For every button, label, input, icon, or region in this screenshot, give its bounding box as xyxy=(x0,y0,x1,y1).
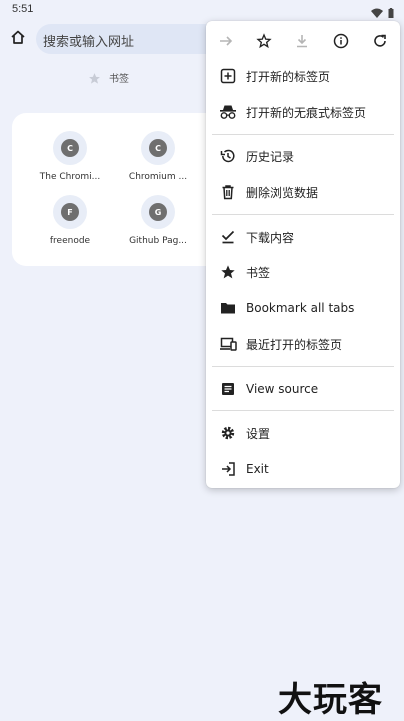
bookmark-page-button[interactable] xyxy=(252,31,276,55)
tile-icon: C xyxy=(53,131,87,165)
menu-divider xyxy=(212,134,394,135)
document-icon xyxy=(218,379,238,399)
overflow-menu: 打开新的标签页 打开新的无痕式标签页 历史记录 删除浏览数据 下载内容 书签 B… xyxy=(206,21,400,488)
download-page-button[interactable] xyxy=(290,31,314,55)
tile-letter: C xyxy=(149,139,167,157)
bookmark-star-icon xyxy=(88,70,101,89)
tile-the-chromium[interactable]: C The Chromi... xyxy=(28,131,112,182)
status-icons xyxy=(371,3,394,22)
exit-icon xyxy=(218,459,238,479)
tile-label: Github Pag... xyxy=(129,236,187,246)
incognito-icon xyxy=(218,102,238,122)
new-tab-icon xyxy=(218,66,238,86)
star-icon xyxy=(218,262,238,282)
trash-icon xyxy=(218,182,238,202)
tile-label: The Chromi... xyxy=(39,172,101,182)
menu-item-label: 设置 xyxy=(246,426,271,441)
tile-icon: G xyxy=(141,195,175,229)
omnibox-placeholder[interactable]: 搜索或输入网址 xyxy=(43,31,134,50)
history-icon xyxy=(218,146,238,166)
tile-freenode[interactable]: F freenode xyxy=(28,195,112,246)
tile-github-pages[interactable]: G Github Pag... xyxy=(116,195,200,246)
folder-icon xyxy=(218,298,238,318)
tile-letter: G xyxy=(149,203,167,221)
menu-item-new-incognito-tab[interactable]: 打开新的无痕式标签页 xyxy=(206,95,400,129)
page-info-button[interactable] xyxy=(329,31,353,55)
menu-divider xyxy=(212,410,394,411)
menu-item-label: 历史记录 xyxy=(246,149,295,164)
menu-divider xyxy=(212,214,394,215)
tile-chromium[interactable]: C Chromium ... xyxy=(116,131,200,182)
menu-item-bookmark-all-tabs[interactable]: Bookmark all tabs xyxy=(206,291,400,325)
menu-item-label: 最近打开的标签页 xyxy=(246,337,343,352)
menu-divider xyxy=(212,366,394,367)
menu-item-label: 下载内容 xyxy=(246,230,295,245)
status-time: 5:51 xyxy=(12,3,34,15)
battery-icon xyxy=(388,3,394,22)
reload-button[interactable] xyxy=(368,31,392,55)
menu-item-bookmarks[interactable]: 书签 xyxy=(206,255,400,289)
devices-icon xyxy=(218,334,238,354)
tile-icon: C xyxy=(141,131,175,165)
watermark-logo: 大玩客 xyxy=(278,680,383,720)
forward-button[interactable] xyxy=(214,31,238,55)
tile-letter: F xyxy=(61,203,79,221)
menu-item-label: 书签 xyxy=(246,265,271,280)
menu-item-label: 打开新的无痕式标签页 xyxy=(246,105,367,120)
menu-item-settings[interactable]: 设置 xyxy=(206,416,400,450)
tile-label: Chromium ... xyxy=(128,172,188,182)
bookmarks-label: 书签 xyxy=(109,74,129,85)
home-icon xyxy=(10,29,26,49)
menu-item-new-tab[interactable]: 打开新的标签页 xyxy=(206,59,400,93)
menu-item-recent-tabs[interactable]: 最近打开的标签页 xyxy=(206,327,400,361)
menu-item-downloads[interactable]: 下载内容 xyxy=(206,220,400,254)
download-icon xyxy=(294,33,310,53)
tile-label: freenode xyxy=(49,236,91,246)
gear-icon xyxy=(218,423,238,443)
forward-arrow-icon xyxy=(218,33,234,53)
menu-item-exit[interactable]: Exit xyxy=(206,452,400,486)
refresh-icon xyxy=(372,33,388,53)
menu-item-label: Bookmark all tabs xyxy=(246,301,355,315)
menu-item-view-source[interactable]: View source xyxy=(206,372,400,406)
tile-letter: C xyxy=(61,139,79,157)
menu-item-label: View source xyxy=(246,382,319,396)
menu-item-clear-browsing-data[interactable]: 删除浏览数据 xyxy=(206,175,400,209)
wifi-icon xyxy=(371,3,383,22)
menu-item-label: 删除浏览数据 xyxy=(246,185,319,200)
menu-item-label: 打开新的标签页 xyxy=(246,69,331,84)
menu-item-label: Exit xyxy=(246,462,269,476)
menu-item-history[interactable]: 历史记录 xyxy=(206,139,400,173)
info-icon xyxy=(333,33,349,53)
star-outline-icon xyxy=(256,33,272,53)
status-bar: 5:51 xyxy=(0,0,404,20)
downloads-check-icon xyxy=(218,227,238,247)
tile-icon: F xyxy=(53,195,87,229)
home-button[interactable] xyxy=(6,27,30,51)
menu-icon-row xyxy=(206,29,400,57)
